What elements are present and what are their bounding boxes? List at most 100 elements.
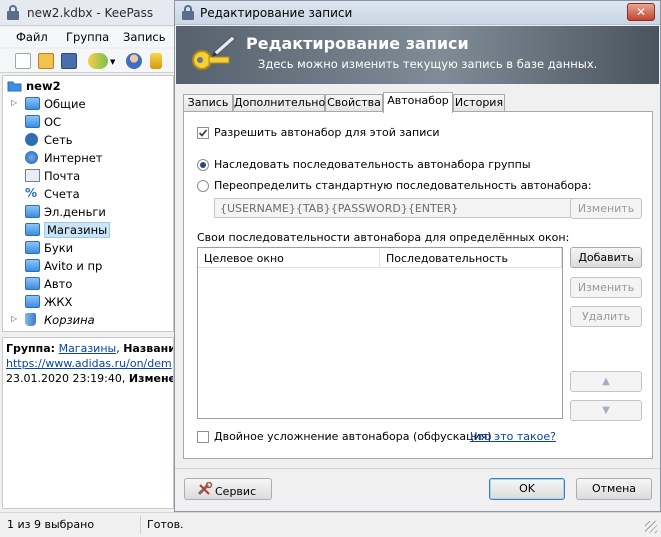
save-icon[interactable] <box>61 53 77 69</box>
dialog-tabs: Запись Дополнительно Свойства Автонабор … <box>183 92 653 113</box>
main-menubar: Файл Группа Запись <box>0 27 175 47</box>
tree-item-label: Авто <box>44 277 73 291</box>
inherit-sequence-radio[interactable] <box>197 159 209 171</box>
status-divider <box>140 516 141 534</box>
service-button[interactable]: Сервис <box>184 478 272 500</box>
edit-button[interactable]: Изменить <box>570 277 642 298</box>
banner-subtitle: Здесь можно изменить текущую запись в ба… <box>258 57 598 71</box>
obfuscation-checkbox[interactable] <box>197 431 209 443</box>
details-line-3: 23.01.2020 23:19:40, Изменено: <box>6 371 173 386</box>
edit-entry-dialog: Редактирование записи ✕ Редактирование з… <box>174 0 661 512</box>
main-window-title: new2.kdbx - KeePass <box>27 6 154 20</box>
close-icon[interactable]: ✕ <box>627 3 655 21</box>
move-up-button[interactable]: ▲ <box>570 371 642 392</box>
tree-item-label: ЖКХ <box>44 295 73 309</box>
tab-autotype[interactable]: Автонабор <box>383 92 453 113</box>
open-folder-icon[interactable] <box>38 53 54 69</box>
group-tree: new2 ▷ Общие ОС Сеть Интернет Почта% Счета Эл.д… <box>2 75 174 332</box>
tree-item-label: ОС <box>44 115 62 129</box>
details-created: 23.01.2020 23:19:40, <box>6 372 126 385</box>
move-down-button[interactable]: ▼ <box>570 400 642 421</box>
dialog-banner: Редактирование записи Здесь можно измени… <box>176 26 659 84</box>
details-url-link[interactable]: https://www.adidas.ru/on/dem <box>6 357 172 370</box>
tree-item-label: Корзина <box>44 313 95 327</box>
network-icon <box>25 133 38 146</box>
tab-advanced[interactable]: Дополнительно <box>233 94 325 112</box>
main-toolbar: ▼ <box>0 49 175 73</box>
menu-group[interactable]: Группа <box>66 30 109 44</box>
user-icon[interactable] <box>126 53 142 69</box>
enable-autotype-checkbox[interactable] <box>197 127 209 139</box>
tree-item-label: Avito и пр <box>44 259 103 273</box>
folder-icon <box>25 223 40 236</box>
tab-entry[interactable]: Запись <box>183 94 233 112</box>
dialog-title: Редактирование записи <box>200 6 353 20</box>
status-selection: 1 из 9 выбрано <box>7 518 95 531</box>
service-button-label: Сервис <box>215 485 257 498</box>
autotype-panel: Разрешить автонабор для этой записи Насл… <box>183 111 653 459</box>
tab-properties[interactable]: Свойства <box>325 94 383 112</box>
mail-icon <box>25 169 40 182</box>
key-icon[interactable] <box>150 53 162 69</box>
menu-entry[interactable]: Запись <box>123 30 166 44</box>
expand-arrow-icon[interactable]: ▷ <box>11 314 17 323</box>
details-group-label: Группа: <box>6 342 56 355</box>
details-separator: , <box>116 342 120 355</box>
tree-item-label: Буки <box>44 241 74 255</box>
percent-icon: % <box>25 186 38 200</box>
tree-root-label: new2 <box>26 79 61 93</box>
recycle-bin-icon <box>25 313 36 326</box>
expand-arrow-icon[interactable]: ▷ <box>11 98 17 107</box>
folder-icon <box>25 277 40 290</box>
edit-sequence-button[interactable]: Изменить <box>570 198 642 219</box>
help-link[interactable]: Что это такое? <box>470 430 556 443</box>
column-target-window[interactable]: Целевое окно <box>198 248 380 268</box>
main-title-bar: new2.kdbx - KeePass <box>0 0 180 26</box>
sequence-field[interactable]: {USERNAME}{TAB}{PASSWORD}{ENTER} <box>214 198 574 218</box>
ok-button[interactable]: OK <box>489 478 565 500</box>
tab-history[interactable]: История <box>453 94 505 112</box>
cancel-button[interactable]: Отмена <box>576 478 652 500</box>
delete-button[interactable]: Удалить <box>570 306 642 327</box>
radio-dot-icon <box>200 162 206 168</box>
add-entry-key-icon[interactable] <box>88 53 108 69</box>
chevron-down-icon[interactable]: ▼ <box>110 58 115 66</box>
dialog-footer: Сервис OK Отмена <box>175 469 660 511</box>
keepass-lock-icon <box>6 5 20 20</box>
keepass-lock-icon <box>181 5 195 23</box>
banner-title: Редактирование записи <box>246 34 469 53</box>
override-sequence-radio[interactable] <box>197 180 209 192</box>
new-file-icon[interactable] <box>15 53 31 69</box>
tree-item-label: Счета <box>44 187 80 201</box>
status-state: Готов. <box>147 518 184 531</box>
obfuscation-label: Двойное усложнение автонабора (обфускаци… <box>214 430 492 443</box>
window-sequences-table[interactable]: Целевое окно Последовательность <box>197 247 563 419</box>
key-pen-icon <box>188 32 236 81</box>
inherit-sequence-label: Наследовать последовательность автонабор… <box>214 158 531 171</box>
add-button[interactable]: Добавить <box>570 247 642 268</box>
details-line-2: https://www.adidas.ru/on/dem <box>6 356 172 371</box>
column-sequence[interactable]: Последовательность <box>380 248 562 268</box>
tree-item-label: Эл.деньги <box>44 205 106 219</box>
details-name-label: Название: <box>123 342 173 355</box>
checkmark-icon <box>198 129 208 137</box>
details-line-1: Группа: Магазины, Название: <box>6 341 173 356</box>
dialog-title-bar: Редактирование записи ✕ <box>175 1 660 25</box>
menu-file[interactable]: Файл <box>16 30 48 44</box>
entry-details-pane: Группа: Магазины, Название: https://www.… <box>2 337 174 509</box>
folder-icon <box>25 295 40 308</box>
tree-item-label: Сеть <box>44 133 73 147</box>
folder-icon <box>25 205 40 218</box>
resize-grip-icon[interactable] <box>645 521 657 533</box>
details-group-link[interactable]: Магазины <box>59 342 117 355</box>
folder-icon <box>25 97 40 110</box>
globe-icon <box>25 151 38 164</box>
folder-icon <box>25 115 40 128</box>
database-icon <box>7 79 22 92</box>
status-bar: 1 из 9 выбрано Готов. <box>0 512 661 537</box>
custom-windows-label: Свои последовательности автонабора для о… <box>197 231 570 244</box>
folder-icon <box>25 259 40 272</box>
tools-icon <box>197 481 213 502</box>
tree-item-label: Почта <box>44 169 81 183</box>
details-modified-label: Изменено: <box>128 372 173 385</box>
